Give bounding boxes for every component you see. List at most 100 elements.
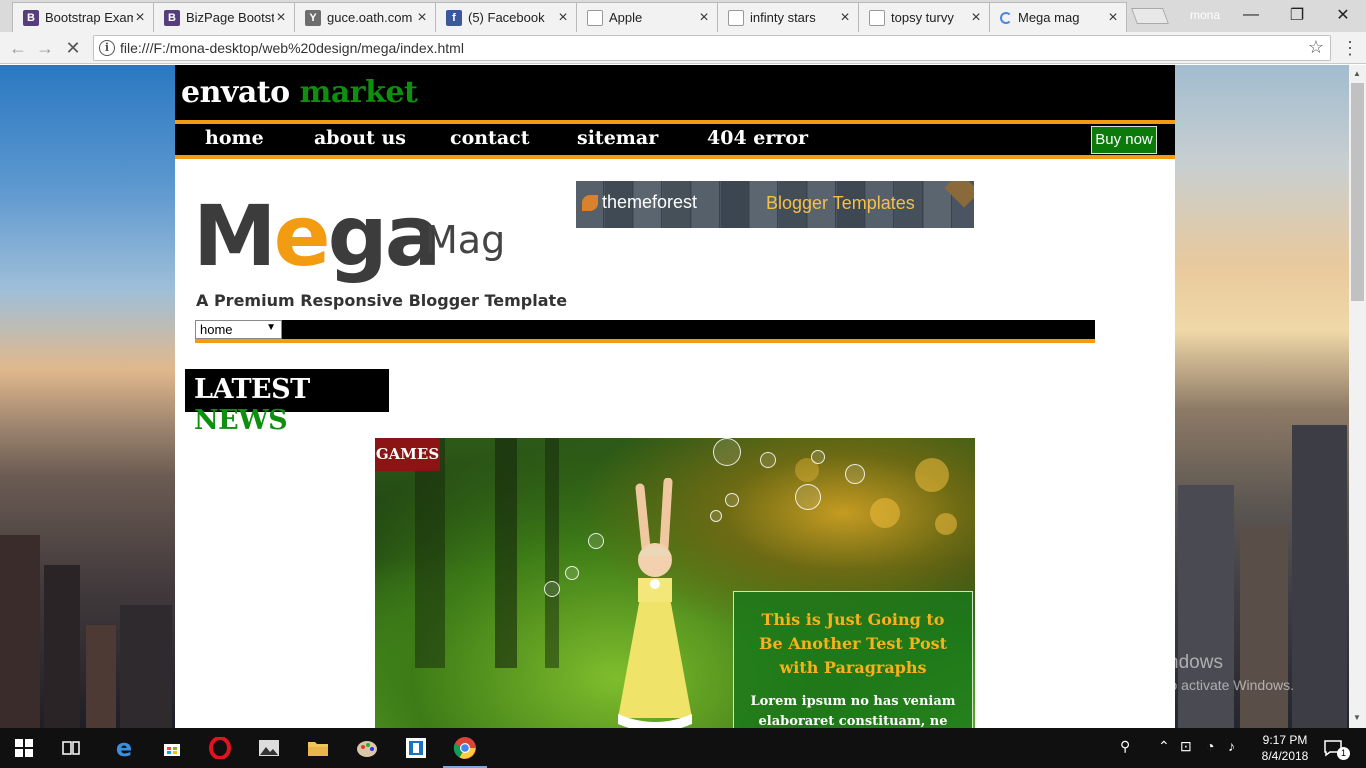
tab-bootstrap-examples[interactable]: B Bootstrap Exam ×: [12, 2, 154, 32]
bookmark-star-icon[interactable]: ☆: [1308, 37, 1324, 58]
restore-icon[interactable]: ❐: [1274, 0, 1320, 30]
page-select-dropdown[interactable]: home ▼: [195, 320, 282, 339]
ad-blogger-templates-text: Blogger Templates: [766, 193, 915, 213]
page-scrollbar[interactable]: ▲ ▼: [1349, 65, 1366, 728]
close-tab-icon[interactable]: ×: [969, 9, 983, 27]
close-tab-icon[interactable]: ×: [1106, 9, 1120, 27]
building-shape: [0, 535, 40, 728]
tab-title: BizPage Bootstr: [186, 10, 274, 25]
back-arrow-icon[interactable]: ←: [7, 37, 29, 59]
close-tab-icon[interactable]: ×: [274, 9, 288, 27]
post-title[interactable]: This is Just Going to Be Another Test Po…: [748, 608, 958, 680]
volume-icon[interactable]: ♪: [1228, 738, 1235, 754]
building-shape: [1292, 425, 1347, 728]
tab-guce-oath[interactable]: Y guce.oath.com ×: [294, 2, 436, 32]
bubble-shape: [795, 484, 821, 510]
app-frame-icon[interactable]: [402, 734, 430, 762]
task-view-icon[interactable]: [57, 734, 85, 762]
store-icon[interactable]: [158, 734, 186, 762]
minimize-icon[interactable]: —: [1228, 0, 1274, 30]
close-tab-icon[interactable]: ×: [838, 9, 852, 27]
clock-date: 8/4/2018: [1261, 749, 1309, 763]
ad-themeforest-text: themeforest: [602, 192, 698, 212]
bokeh-light-shape: [915, 458, 949, 492]
girl-with-bubbles-illustration: [618, 478, 692, 728]
new-tab-button[interactable]: [1131, 8, 1169, 24]
bubble-shape: [713, 438, 741, 466]
forward-arrow-icon[interactable]: →: [34, 37, 56, 59]
heading-word-latest: LATEST: [194, 374, 310, 405]
tab-bizpage[interactable]: B BizPage Bootstr ×: [153, 2, 295, 32]
browser-menu-icon[interactable]: ⋮: [1340, 38, 1360, 58]
web-page: envato market home about us contact site…: [175, 65, 1175, 728]
close-tab-icon[interactable]: ×: [697, 9, 711, 27]
heading-word-news: NEWS: [194, 405, 288, 436]
site-tagline: A Premium Responsive Blogger Template: [196, 291, 568, 310]
tab-apple[interactable]: Apple ×: [576, 2, 718, 32]
nav-404-error[interactable]: 404 error: [707, 127, 808, 149]
close-tab-icon[interactable]: ×: [133, 9, 147, 27]
tab-title: Apple: [609, 10, 643, 25]
envato-market-logo[interactable]: envato market: [181, 75, 418, 110]
loading-spinner-icon: [1000, 11, 1012, 24]
people-icon[interactable]: ⚲: [1120, 738, 1130, 755]
nav-sitemap[interactable]: sitemar: [577, 127, 658, 149]
tab-title: (5) Facebook: [468, 10, 545, 25]
tab-mega-mag[interactable]: Mega mag ×: [989, 2, 1127, 32]
input-method-icon[interactable]: ⊡: [1180, 738, 1192, 755]
bootstrap-favicon-icon: B: [23, 9, 39, 26]
brand-word-market: market: [299, 75, 418, 110]
tab-topsy-turvy[interactable]: topsy turvy ×: [858, 2, 990, 32]
scroll-up-arrow-icon[interactable]: ▲: [1353, 69, 1361, 78]
activate-subtitle: Go to Settings to activate Windows.: [1073, 677, 1294, 693]
bubble-shape: [811, 450, 825, 464]
themeforest-ad-banner[interactable]: themeforest Blogger Templates: [576, 181, 974, 228]
brand-word-envato: envato: [181, 75, 290, 110]
address-bar[interactable]: i file:///F:/mona-desktop/web%20design/m…: [93, 35, 1331, 61]
windows-start-icon[interactable]: [10, 734, 38, 762]
secondary-nav-bar: home ▼: [195, 320, 1095, 343]
system-clock[interactable]: 9:17 PM 8/4/2018: [1257, 732, 1313, 764]
bubble-shape: [544, 581, 560, 597]
nav-about-us[interactable]: about us: [314, 127, 406, 149]
browser-toolbar: ← → ✕ i file:///F:/mona-desktop/web%20de…: [0, 32, 1366, 64]
nav-contact[interactable]: contact: [450, 127, 530, 149]
close-tab-icon[interactable]: ×: [556, 9, 570, 27]
photos-icon[interactable]: [255, 734, 283, 762]
paint-icon[interactable]: [353, 734, 381, 762]
featured-post[interactable]: GAMES This is Just Going to Be Another T…: [375, 438, 975, 728]
tab-title: Mega mag: [1018, 10, 1080, 25]
opera-icon[interactable]: [206, 734, 234, 762]
info-icon[interactable]: i: [99, 40, 115, 56]
edge-browser-icon[interactable]: e: [110, 734, 138, 762]
logo-mega-text: Mega: [193, 187, 441, 285]
scroll-down-arrow-icon[interactable]: ▼: [1353, 713, 1361, 722]
logo-mag-text: Mag: [425, 218, 506, 262]
show-hidden-icons-chevron[interactable]: ⌃: [1158, 738, 1170, 755]
chrome-icon[interactable]: [443, 734, 487, 768]
tree-trunk-shape: [545, 438, 559, 668]
bokeh-light-shape: [870, 498, 900, 528]
building-shape: [86, 625, 116, 728]
bokeh-light-shape: [935, 513, 957, 535]
stop-loading-icon[interactable]: ✕: [62, 37, 84, 59]
file-explorer-icon[interactable]: [304, 734, 332, 762]
buy-now-button[interactable]: Buy now: [1091, 126, 1157, 154]
tab-facebook[interactable]: f (5) Facebook ×: [435, 2, 577, 32]
tab-infinity-stars[interactable]: infinty stars ×: [717, 2, 859, 32]
notification-count-badge: 1: [1337, 747, 1350, 760]
close-tab-icon[interactable]: ×: [415, 9, 429, 27]
category-badge[interactable]: GAMES: [375, 438, 440, 471]
profile-name[interactable]: mona: [1190, 8, 1220, 22]
close-window-icon[interactable]: ✕: [1320, 0, 1366, 30]
latest-news-heading: LATEST NEWS: [185, 369, 389, 436]
site-header: envato market: [175, 65, 1175, 120]
action-center-icon[interactable]: 1: [1320, 734, 1350, 762]
url-text[interactable]: file:///F:/mona-desktop/web%20design/meg…: [120, 40, 464, 56]
post-excerpt: Lorem ipsum no has veniam elaboraret con…: [750, 694, 956, 728]
scrollbar-thumb[interactable]: [1351, 83, 1364, 301]
wifi-icon[interactable]: ◔: [1206, 738, 1214, 754]
nav-home[interactable]: home: [205, 127, 264, 149]
tab-title: infinty stars: [750, 10, 816, 25]
tree-trunk-shape: [415, 438, 445, 668]
